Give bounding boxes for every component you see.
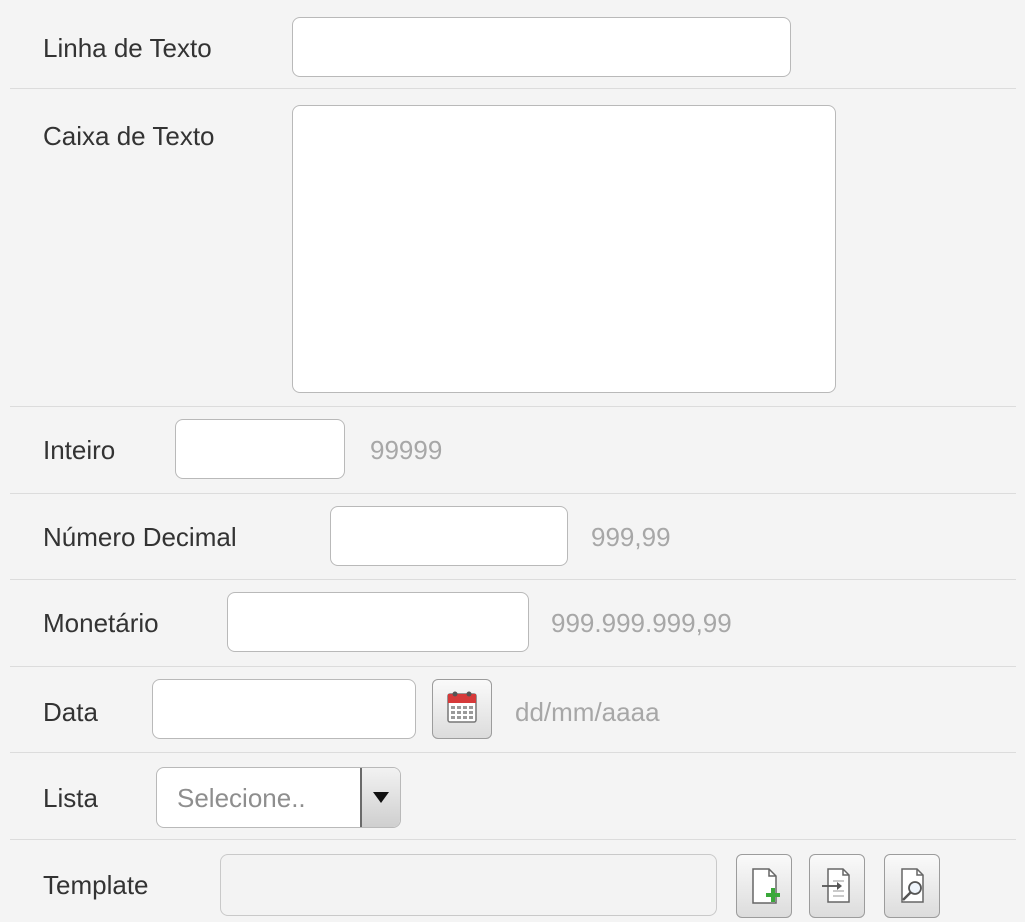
row-inteiro: Inteiro 99999	[10, 406, 1016, 494]
caixa-de-texto-label: Caixa de Texto	[43, 121, 215, 151]
view-document-icon	[901, 868, 924, 903]
numero-decimal-label: Número Decimal	[43, 522, 237, 552]
row-monetario: Monetário 999.999.999,99	[10, 579, 1016, 667]
data-format-hint: dd/mm/aaaa	[515, 697, 660, 727]
import-document-icon	[822, 868, 850, 903]
lista-label: Lista	[43, 783, 98, 813]
inteiro-format-hint: 99999	[370, 435, 443, 465]
lista-select[interactable]: Selecione..	[156, 767, 401, 828]
form: Linha de Texto Caixa de Texto Inteiro 99…	[0, 0, 1025, 922]
view-template-button[interactable]	[884, 854, 940, 918]
monetario-label: Monetário	[43, 608, 159, 638]
lista-dropdown-button[interactable]	[360, 768, 400, 827]
data-label: Data	[43, 697, 98, 727]
linha-de-texto-input[interactable]	[292, 17, 791, 77]
row-linha-de-texto: Linha de Texto	[10, 0, 1016, 88]
linha-de-texto-label: Linha de Texto	[43, 33, 212, 63]
caixa-de-texto-textarea[interactable]	[292, 105, 836, 393]
numero-decimal-input[interactable]	[330, 506, 568, 566]
template-label: Template	[43, 870, 149, 900]
row-numero-decimal: Número Decimal 999,99	[10, 493, 1016, 580]
data-input[interactable]	[152, 679, 416, 739]
inteiro-label: Inteiro	[43, 435, 116, 465]
calendar-icon	[447, 691, 477, 723]
new-template-button[interactable]	[736, 854, 792, 918]
monetario-input[interactable]	[227, 592, 529, 652]
import-template-button[interactable]	[809, 854, 865, 918]
monetario-format-hint: 999.999.999,99	[551, 608, 732, 638]
row-caixa-de-texto: Caixa de Texto	[10, 88, 1016, 407]
row-data: Data dd/mm/aaaa	[10, 666, 1016, 753]
numero-decimal-format-hint: 999,99	[591, 522, 671, 552]
calendar-button[interactable]	[432, 679, 492, 739]
inteiro-input[interactable]	[175, 419, 345, 479]
row-lista: Lista Selecione..	[10, 752, 1016, 840]
row-template: Template	[10, 839, 1016, 922]
new-document-icon	[752, 868, 780, 904]
lista-selected-value: Selecione..	[177, 783, 306, 813]
dropdown-arrow-icon	[373, 792, 389, 803]
template-input[interactable]	[220, 854, 717, 916]
